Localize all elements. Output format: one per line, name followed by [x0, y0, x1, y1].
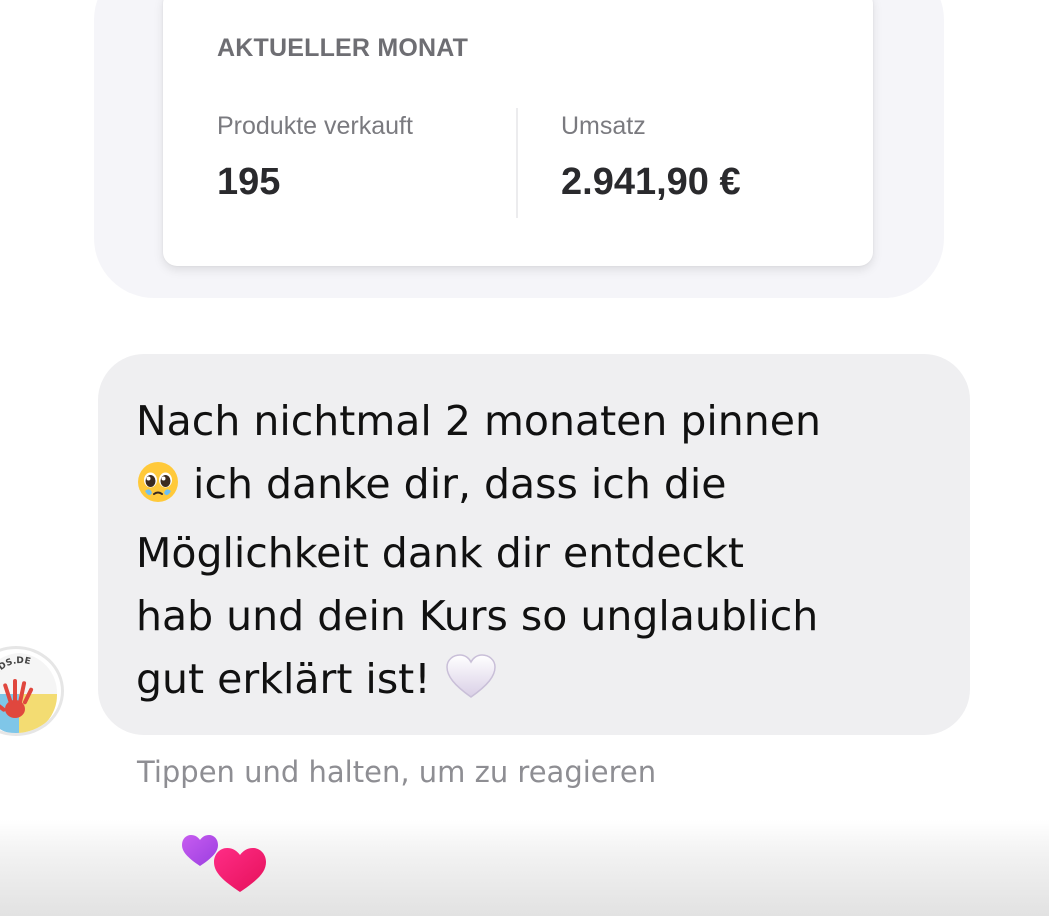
revenue-label: Umsatz — [561, 112, 646, 140]
sender-avatar[interactable]: INKIDS.DE — [0, 646, 64, 736]
stat-divider — [516, 108, 518, 218]
react-hint: Tippen und halten, um zu reagieren — [137, 755, 657, 789]
revenue-value: 2.941,90 € — [561, 161, 741, 203]
message-line-text: gut erklärt ist! — [136, 655, 431, 703]
dm-screen: AKTUELLER MONAT Produkte verkauft 195 Um… — [0, 0, 1049, 916]
inkids-logo-icon: INKIDS.DE — [0, 653, 58, 733]
stats-card-title: AKTUELLER MONAT — [217, 34, 469, 62]
products-sold-stat: Produkte verkauft 195 — [217, 112, 413, 204]
two-hearts-icon[interactable] — [178, 828, 278, 900]
message-line: Möglichkeit dank dir entdeckt — [136, 529, 744, 577]
message-line-text: ich danke dir, dass ich die — [193, 460, 727, 508]
shared-stats-card[interactable]: AKTUELLER MONAT Produkte verkauft 195 Um… — [163, 0, 873, 266]
message-line: Nach nichtmal 2 monaten pinnen — [136, 397, 821, 445]
message-line: gut erklärt ist! — [136, 648, 936, 717]
products-sold-label: Produkte verkauft — [217, 112, 413, 140]
message-line: ich danke dir, dass ich die — [136, 453, 936, 522]
message-line: hab und dein Kurs so unglaublich — [136, 592, 819, 640]
message-text: Nach nichtmal 2 monaten pinnen ich danke… — [136, 390, 936, 717]
bottom-bar — [0, 820, 1049, 916]
products-sold-value: 195 — [217, 161, 281, 203]
pleading-face-icon — [136, 459, 180, 522]
white-heart-icon — [444, 653, 498, 717]
revenue-stat: Umsatz 2.941,90 € — [561, 112, 741, 204]
message-bubble[interactable]: Nach nichtmal 2 monaten pinnen ich danke… — [98, 354, 970, 735]
